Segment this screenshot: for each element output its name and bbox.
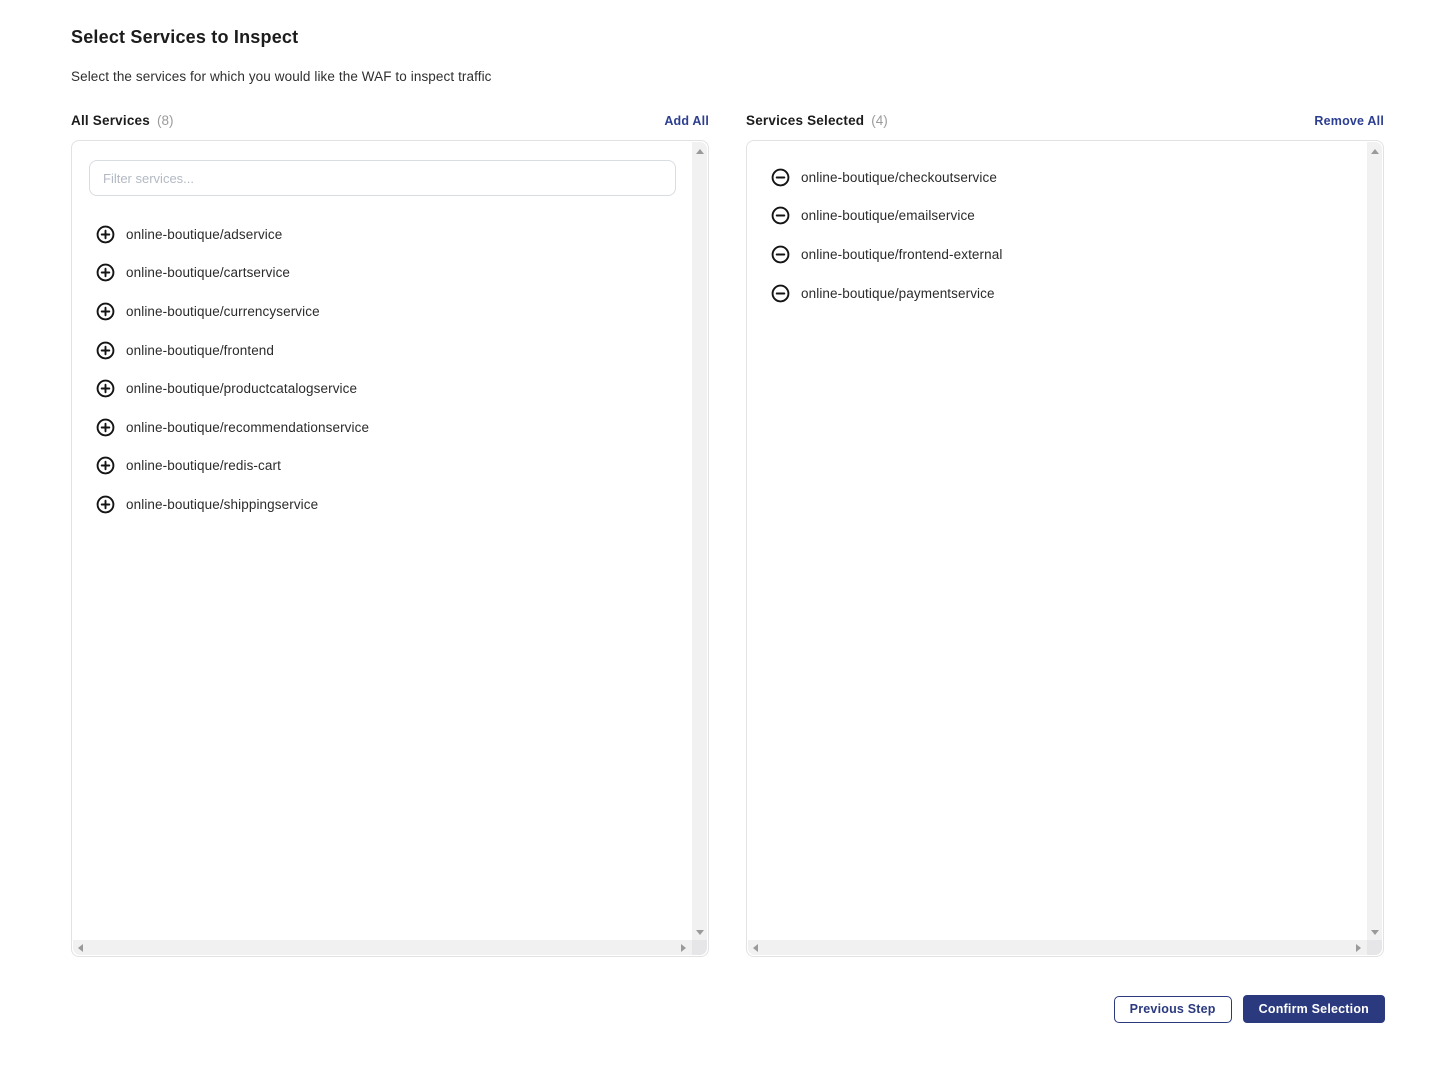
service-name: online-boutique/cartservice (126, 265, 290, 280)
service-name: online-boutique/recommendationservice (126, 420, 369, 435)
service-name: online-boutique/redis-cart (126, 458, 281, 473)
scroll-right-arrow-icon[interactable] (681, 944, 686, 952)
page-title: Select Services to Inspect (71, 27, 1385, 48)
list-item[interactable]: online-boutique/paymentservice (747, 274, 1383, 313)
page-subtitle: Select the services for which you would … (71, 69, 1385, 84)
service-name: online-boutique/paymentservice (801, 286, 995, 301)
scroll-right-arrow-icon[interactable] (1356, 944, 1361, 952)
list-item[interactable]: online-boutique/frontend (72, 331, 708, 370)
selected-services-list: online-boutique/checkoutservice online-b… (747, 141, 1383, 312)
all-services-title: All Services (71, 113, 150, 128)
scroll-left-arrow-icon[interactable] (78, 944, 83, 952)
all-services-panel: online-boutique/adservice online-boutiqu… (71, 140, 709, 957)
selected-services-header: Services Selected (4) Remove All (746, 113, 1384, 128)
selected-services-count: (4) (871, 113, 888, 128)
list-item[interactable]: online-boutique/shippingservice (72, 485, 708, 524)
list-item[interactable]: online-boutique/currencyservice (72, 292, 708, 331)
add-circle-icon[interactable] (96, 495, 115, 514)
select-services-page: Select Services to Inspect Select the se… (0, 0, 1456, 1023)
service-name: online-boutique/frontend-external (801, 247, 1002, 262)
add-circle-icon[interactable] (96, 302, 115, 321)
remove-circle-icon[interactable] (771, 245, 790, 264)
add-circle-icon[interactable] (96, 418, 115, 437)
list-item[interactable]: online-boutique/checkoutservice (747, 158, 1383, 197)
selected-services-column: Services Selected (4) Remove All (746, 113, 1384, 957)
vertical-scrollbar[interactable] (692, 142, 707, 940)
list-item[interactable]: online-boutique/frontend-external (747, 235, 1383, 274)
list-item[interactable]: online-boutique/redis-cart (72, 447, 708, 486)
selected-services-title: Services Selected (746, 113, 864, 128)
all-services-count: (8) (157, 113, 174, 128)
all-services-header: All Services (8) Add All (71, 113, 709, 128)
service-name: online-boutique/frontend (126, 343, 274, 358)
add-circle-icon[interactable] (96, 456, 115, 475)
service-name: online-boutique/checkoutservice (801, 170, 997, 185)
list-item[interactable]: online-boutique/cartservice (72, 254, 708, 293)
horizontal-scrollbar[interactable] (748, 940, 1367, 955)
list-item[interactable]: online-boutique/productcatalogservice (72, 369, 708, 408)
service-name: online-boutique/shippingservice (126, 497, 318, 512)
list-item[interactable]: online-boutique/emailservice (747, 197, 1383, 236)
all-services-list: online-boutique/adservice online-boutiqu… (72, 196, 708, 524)
confirm-selection-button[interactable]: Confirm Selection (1243, 995, 1385, 1023)
scrollbar-corner (692, 940, 707, 955)
scroll-down-arrow-icon[interactable] (1371, 930, 1379, 935)
scroll-down-arrow-icon[interactable] (696, 930, 704, 935)
add-all-button[interactable]: Add All (664, 114, 709, 128)
filter-services-input[interactable] (89, 160, 676, 196)
service-name: online-boutique/currencyservice (126, 304, 320, 319)
service-name: online-boutique/adservice (126, 227, 282, 242)
remove-circle-icon[interactable] (771, 168, 790, 187)
list-item[interactable]: online-boutique/adservice (72, 215, 708, 254)
vertical-scrollbar[interactable] (1367, 142, 1382, 940)
remove-circle-icon[interactable] (771, 284, 790, 303)
previous-step-button[interactable]: Previous Step (1114, 996, 1232, 1023)
scrollbar-corner (1367, 940, 1382, 955)
scroll-left-arrow-icon[interactable] (753, 944, 758, 952)
all-services-column: All Services (8) Add All (71, 113, 709, 957)
selected-services-panel: online-boutique/checkoutservice online-b… (746, 140, 1384, 957)
scroll-up-arrow-icon[interactable] (1371, 149, 1379, 154)
service-name: online-boutique/productcatalogservice (126, 381, 357, 396)
remove-all-button[interactable]: Remove All (1314, 114, 1384, 128)
dual-list-container: All Services (8) Add All (71, 113, 1385, 957)
scroll-up-arrow-icon[interactable] (696, 149, 704, 154)
service-name: online-boutique/emailservice (801, 208, 975, 223)
add-circle-icon[interactable] (96, 263, 115, 282)
list-item[interactable]: online-boutique/recommendationservice (72, 408, 708, 447)
horizontal-scrollbar[interactable] (73, 940, 692, 955)
add-circle-icon[interactable] (96, 379, 115, 398)
remove-circle-icon[interactable] (771, 206, 790, 225)
add-circle-icon[interactable] (96, 341, 115, 360)
add-circle-icon[interactable] (96, 225, 115, 244)
wizard-footer: Previous Step Confirm Selection (71, 995, 1385, 1023)
